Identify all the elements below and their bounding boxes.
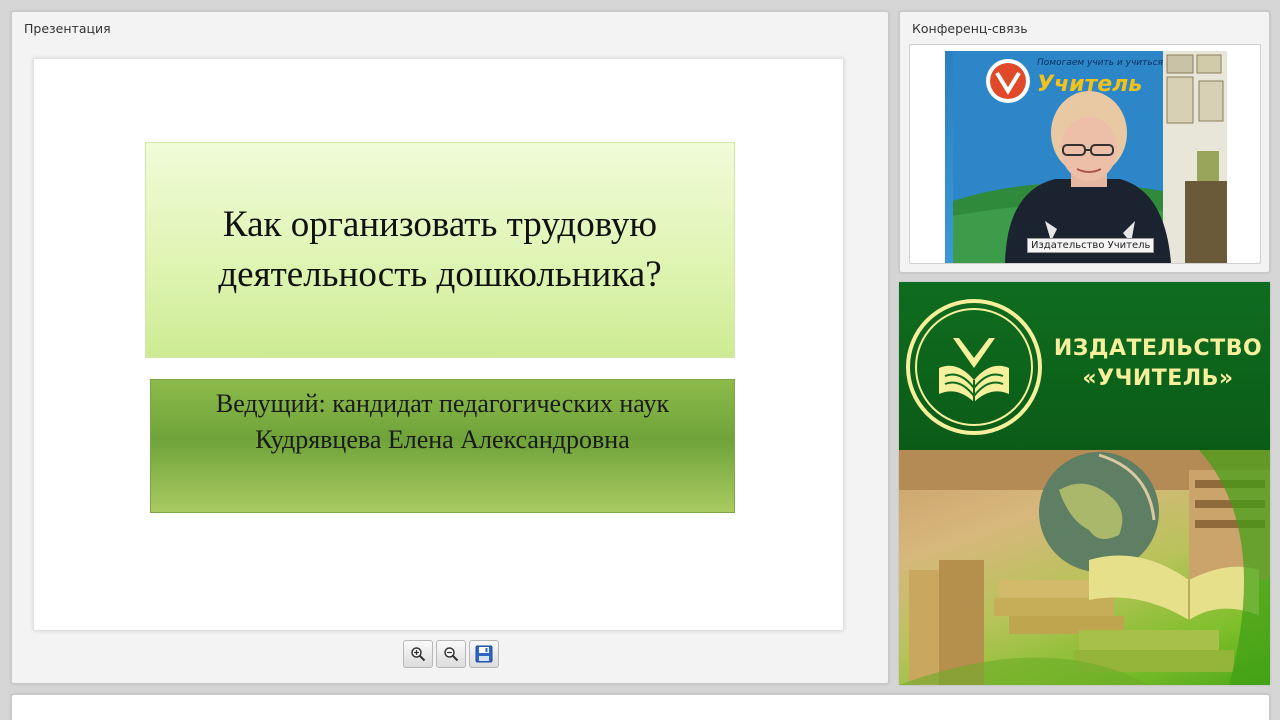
presentation-panel: Презентация Как организовать трудовую де…	[11, 11, 889, 684]
video-participant-label: Издательство Учитель	[1027, 238, 1155, 253]
webcam-scene: Помогаем учить и учиться Учитель	[953, 51, 1227, 263]
slide-presenter-box: Ведущий: кандидат педагогических наук Ку…	[150, 379, 735, 513]
publisher-books-image	[899, 450, 1270, 685]
zoom-in-icon	[411, 647, 426, 662]
slide-title: Как организовать трудовую деятельность д…	[218, 204, 662, 295]
presentation-slide: Как организовать трудовую деятельность д…	[33, 58, 844, 631]
publisher-header: ИЗДАТЕЛЬСТВО «УЧИТЕЛЬ»	[899, 282, 1270, 450]
save-icon	[475, 645, 493, 663]
publisher-logo-icon	[906, 299, 1042, 435]
zoom-out-icon	[444, 647, 459, 662]
save-button[interactable]	[469, 640, 499, 668]
webcam-video: Помогаем учить и учиться Учитель Издател…	[945, 51, 1227, 263]
banner-slogan: Помогаем учить и учиться	[1037, 58, 1164, 68]
zoom-in-button[interactable]	[403, 640, 433, 668]
bottom-panel	[11, 694, 1270, 720]
conference-panel: Конференц-связь Помогаем учить и учиться…	[899, 11, 1270, 273]
publisher-name: ИЗДАТЕЛЬСТВО «УЧИТЕЛЬ»	[1053, 336, 1263, 391]
presentation-toolbar	[403, 640, 499, 668]
books-globe-illustration	[899, 450, 1270, 685]
slide-presenter: Ведущий: кандидат педагогических наук Ку…	[215, 389, 670, 454]
zoom-out-button[interactable]	[436, 640, 466, 668]
publisher-banner: ИЗДАТЕЛЬСТВО «УЧИТЕЛЬ»	[899, 282, 1270, 685]
conference-panel-title: Конференц-связь	[912, 21, 1028, 36]
slide-title-box: Как организовать трудовую деятельность д…	[145, 142, 735, 358]
video-container[interactable]: Помогаем учить и учиться Учитель Издател…	[909, 44, 1261, 264]
presentation-panel-title: Презентация	[24, 21, 111, 36]
